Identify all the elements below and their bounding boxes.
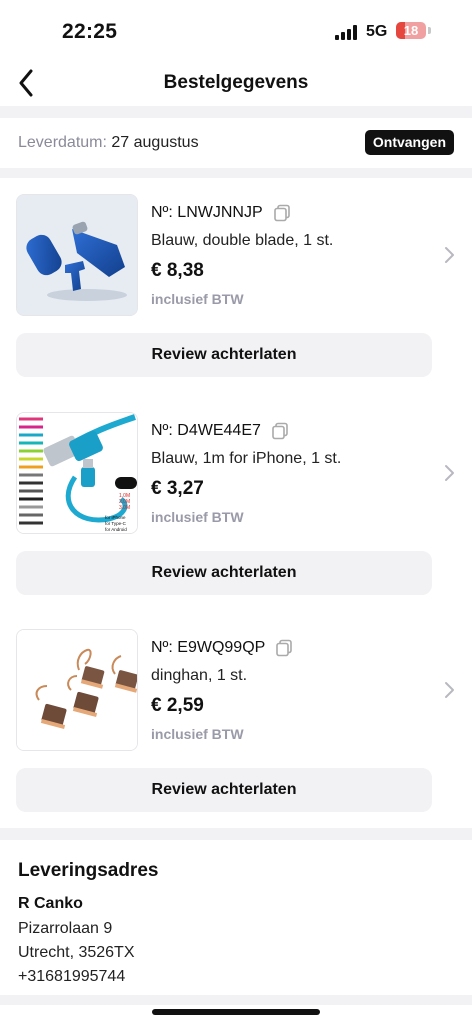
product-image[interactable] [16,194,138,316]
chevron-right-icon[interactable] [442,681,456,699]
copy-icon[interactable] [275,639,293,657]
review-button[interactable]: Review achterlaten [16,333,432,377]
item-vat-note: inclusief BTW [151,291,244,307]
item-vat-note: inclusief BTW [151,726,244,742]
svg-text:3.0M: 3.0M [119,505,130,511]
page-title: Bestelgegevens [163,72,309,93]
chevron-right-icon[interactable] [442,464,456,482]
svg-text:for Android: for Android [105,527,127,532]
battery-icon: 18 [396,22,426,39]
item-variant: Blauw, double blade, 1 st. [151,232,334,249]
item-variant: Blauw, 1m for iPhone, 1 st. [151,450,342,467]
product-image[interactable]: 1.0M 2.0M 3.0M for iPhone for Type-C for… [16,412,138,534]
order-item[interactable]: Nº: LNWJNNJP Blauw, double blade, 1 st. … [0,194,472,394]
item-variant: dinghan, 1 st. [151,667,248,684]
section-divider [0,995,472,1005]
carbon-brush-image [17,630,137,750]
network-type: 5G [366,23,388,40]
order-item[interactable]: 1.0M 2.0M 3.0M for iPhone for Type-C for… [0,412,472,612]
svg-text:for Type-C: for Type-C [105,521,127,526]
address-city: Utrecht, 3526TX [18,944,135,961]
address-heading: Leveringsadres [18,860,159,881]
navigation-bar: Bestelgegevens [0,60,472,106]
address-name: R Canko [18,895,83,912]
address-street: Pizarrolaan 9 [18,920,113,937]
section-divider [0,168,472,178]
section-divider [0,106,472,118]
review-button[interactable]: Review achterlaten [16,768,432,812]
item-sku: Nº: D4WE44E7 [151,422,261,439]
delivery-date: 27 augustus [111,134,199,151]
product-image[interactable] [16,629,138,751]
signal-strength-icon [335,25,359,40]
battery-tip [428,27,431,34]
home-indicator[interactable] [152,1009,320,1015]
order-status-badge: Ontvangen [364,130,454,155]
delivery-info: Leverdatum: 27 augustus Ontvangen [0,118,472,168]
item-price: € 2,59 [151,695,204,716]
section-divider [0,828,472,840]
item-vat-note: inclusief BTW [151,509,244,525]
item-sku: Nº: E9WQ99QP [151,639,266,656]
usb-cable-image: 1.0M 2.0M 3.0M for iPhone for Type-C for… [17,413,137,533]
copy-icon[interactable] [271,422,289,440]
order-item[interactable]: Nº: E9WQ99QP dinghan, 1 st. € 2,59 inclu… [0,629,472,829]
nose-trimmer-image [17,195,137,315]
address-phone: +31681995744 [18,968,126,985]
svg-text:for iPhone: for iPhone [105,515,126,520]
item-sku: Nº: LNWJNNJP [151,204,263,221]
chevron-right-icon[interactable] [442,246,456,264]
item-price: € 3,27 [151,478,204,499]
review-button[interactable]: Review achterlaten [16,551,432,595]
item-price: € 8,38 [151,260,204,281]
status-time: 22:25 [62,20,118,43]
delivery-date-label: Leverdatum: [18,134,107,151]
battery-level: 18 [403,23,419,38]
status-bar: 22:25 5G 18 [0,0,472,60]
delivery-address: Leveringsadres R Canko Pizarrolaan 9 Utr… [0,840,472,995]
copy-icon[interactable] [273,204,291,222]
